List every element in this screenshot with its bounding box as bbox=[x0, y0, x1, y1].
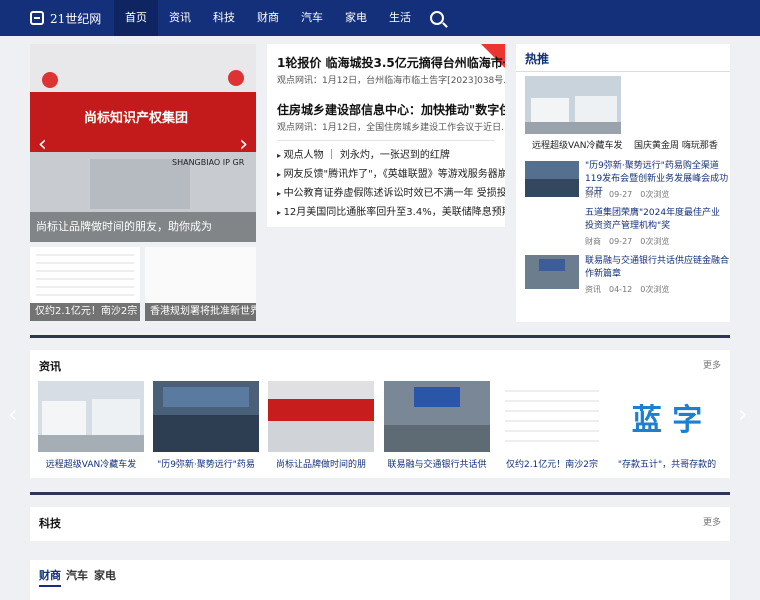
tech-section-more-link[interactable]: 更多 bbox=[703, 515, 721, 528]
hot-panel: 热推 远程超级VAN冷藏车发 国庆黄金周 嗨玩那香 "历9弥新·聚势远行"药易购… bbox=[516, 44, 730, 322]
nav-item-appliance[interactable]: 家电 bbox=[334, 0, 378, 36]
nav-item-finance[interactable]: 财商 bbox=[246, 0, 290, 36]
tab-appliance[interactable]: 家电 bbox=[94, 567, 116, 583]
hero-brand-sub: SHANGBIAO IP GR bbox=[172, 158, 245, 167]
hot-top-1-image[interactable] bbox=[525, 76, 621, 134]
news-card-6-image-text: 蓝 字 bbox=[631, 402, 703, 438]
list-item[interactable]: 网友反馈"腾讯炸了"，《英雄联盟》等游戏服务器崩溃 bbox=[277, 165, 505, 184]
news-section-title: 资讯 bbox=[39, 360, 61, 373]
category-tabs: 财商 汽车 家电 bbox=[30, 560, 730, 600]
hot-item-3-meta: 资讯 04-12 0次浏览 bbox=[585, 285, 670, 294]
hot-item-2-title[interactable]: 五道集团荣膺"2024年度最佳产业投资资产管理机构"奖 bbox=[585, 207, 729, 233]
tab-finance[interactable]: 财商 bbox=[39, 567, 61, 587]
headline-1-summary: 观点网讯：1月12日，台州临海市临土告字[2023]038号... bbox=[277, 76, 505, 86]
logo-icon bbox=[30, 11, 44, 25]
news-card-4[interactable]: 联易融与交通银行共话供 bbox=[384, 381, 490, 470]
hot-top-2-title[interactable]: 国庆黄金周 嗨玩那香 bbox=[634, 138, 718, 151]
thumb-1[interactable]: 仅约2.1亿元！南沙2宗 bbox=[30, 247, 140, 321]
news-card-5[interactable]: 仅约2.1亿元！南沙2宗 bbox=[499, 381, 605, 470]
hot-top-1-title[interactable]: 远程超级VAN冷藏车发 bbox=[532, 138, 622, 151]
news-card-6-title: "存款五计"，共哥存款的 bbox=[617, 460, 717, 470]
hot-item-2-meta: 财商 09-27 0次浏览 bbox=[585, 237, 670, 246]
site-logo[interactable]: 21世纪网 bbox=[30, 10, 114, 27]
list-item[interactable]: 观点人物 ｜ 刘永灼，一张迟到的红牌 bbox=[277, 146, 505, 165]
section-prev-icon[interactable]: ‹ bbox=[8, 400, 18, 428]
hero-slider[interactable]: 尚标知识产权集团 SHANGBIAO IP GR ‹ › 尚标让品牌做时间的朋友… bbox=[30, 44, 256, 242]
slider-next-icon[interactable]: › bbox=[239, 132, 248, 157]
news-section: 资讯 更多 远程超级VAN冷藏车发 "历9弥新·聚势远行"药易 尚标让品牌做时间… bbox=[30, 350, 730, 478]
section-next-icon[interactable]: › bbox=[738, 400, 748, 428]
news-card-2-title: "历9弥新·聚势远行"药易 bbox=[157, 460, 255, 470]
slider-prev-icon[interactable]: ‹ bbox=[38, 132, 47, 157]
news-section-more-link[interactable]: 更多 bbox=[703, 358, 721, 371]
news-card-6[interactable]: 蓝 字 "存款五计"，共哥存款的 bbox=[614, 381, 720, 470]
news-card-1[interactable]: 远程超级VAN冷藏车发 bbox=[38, 381, 144, 470]
thumb-2[interactable]: 香港规划署将批准新世界 bbox=[145, 247, 256, 321]
news-list: 观点人物 ｜ 刘永灼，一张迟到的红牌 网友反馈"腾讯炸了"，《英雄联盟》等游戏服… bbox=[277, 146, 505, 222]
headline-2-summary: 观点网讯：1月12日，全国住房城乡建设工作会议于近日... bbox=[277, 123, 505, 133]
headline-2[interactable]: 住房城乡建设部信息中心：加快推动"数字住 bbox=[277, 101, 505, 118]
nav-item-home[interactable]: 首页 bbox=[114, 0, 158, 36]
headline-1[interactable]: 1轮报价 临海城投3.5亿元摘得台州临海市一 bbox=[277, 54, 505, 71]
logo-text: 21世纪网 bbox=[50, 11, 102, 26]
nav-item-auto[interactable]: 汽车 bbox=[290, 0, 334, 36]
news-card-5-title: 仅约2.1亿元！南沙2宗 bbox=[505, 460, 599, 470]
news-card-2[interactable]: "历9弥新·聚势远行"药易 bbox=[153, 381, 259, 470]
divider bbox=[516, 71, 730, 72]
hero-caption[interactable]: 尚标让品牌做时间的朋友，助你成为 bbox=[30, 212, 256, 242]
tech-section: 科技 更多 bbox=[30, 507, 730, 541]
section-divider bbox=[30, 492, 730, 495]
search-icon[interactable] bbox=[430, 11, 444, 25]
list-item[interactable]: 中公教育证券虚假陈述诉讼时效已不满一年 受损投... bbox=[277, 184, 505, 203]
thumb-1-caption: 仅约2.1亿元！南沙2宗 bbox=[30, 303, 140, 321]
thumb-2-caption: 香港规划署将批准新世界 bbox=[145, 303, 256, 321]
tab-auto[interactable]: 汽车 bbox=[66, 567, 88, 583]
news-card-3[interactable]: 尚标让品牌做时间的朋 bbox=[268, 381, 374, 470]
list-item[interactable]: 12月美国同比通胀率回升至3.4%，美联储降息预期... bbox=[277, 203, 505, 222]
hot-item-3-title[interactable]: 联易融与交通银行共话供应链金融合作新篇章 bbox=[585, 255, 729, 281]
news-card-4-title: 联易融与交通银行共话供 bbox=[387, 460, 487, 470]
section-divider bbox=[30, 335, 730, 338]
nav-item-news[interactable]: 资讯 bbox=[158, 0, 202, 36]
headlines-panel: 1轮报价 临海城投3.5亿元摘得台州临海市一 观点网讯：1月12日，台州临海市临… bbox=[267, 44, 505, 227]
nav-item-tech[interactable]: 科技 bbox=[202, 0, 246, 36]
hot-item-1-image[interactable] bbox=[525, 161, 579, 197]
hot-title: 热推 bbox=[525, 52, 550, 66]
hot-item-1-meta: 资讯 09-27 0次浏览 bbox=[585, 190, 670, 199]
news-card-3-title: 尚标让品牌做时间的朋 bbox=[275, 460, 366, 470]
tech-section-title: 科技 bbox=[39, 517, 61, 530]
top-nav: 21世纪网 首页 资讯 科技 财商 汽车 家电 生活 bbox=[0, 0, 760, 36]
nav-item-life[interactable]: 生活 bbox=[378, 0, 422, 36]
hot-item-3-image[interactable] bbox=[525, 255, 579, 289]
hero-brand-text: 尚标知识产权集团 bbox=[84, 111, 189, 126]
divider bbox=[277, 140, 495, 141]
news-card-1-title: 远程超级VAN冷藏车发 bbox=[45, 460, 137, 470]
